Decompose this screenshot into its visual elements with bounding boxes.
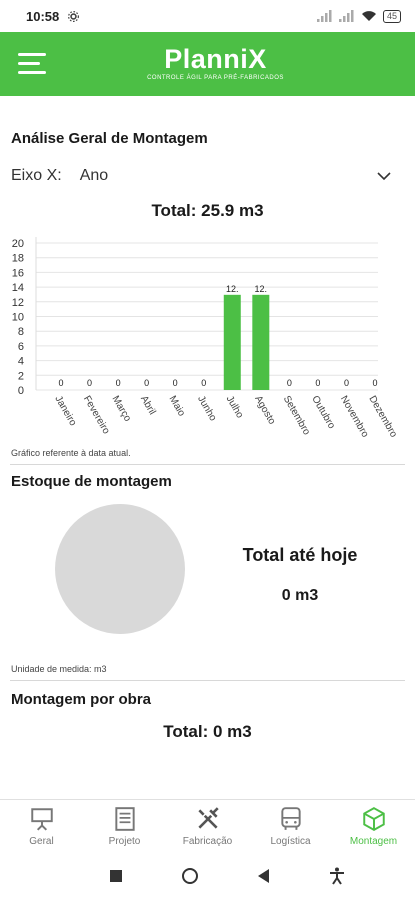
brand-tagline: CONTROLE ÁGIL PARA PRÉ-FABRICADOS <box>147 74 284 81</box>
tools-icon <box>197 807 219 829</box>
stock-pie-area: Total até hoje 0 m3 <box>0 490 415 660</box>
x-tick-label: Novembro <box>338 394 371 440</box>
y-tick-label: 10 <box>12 312 24 324</box>
per-work-total: Total: 0 m3 <box>163 722 252 741</box>
brand-logo: PlanniX <box>164 43 267 74</box>
x-tick-label: Abril <box>138 394 158 417</box>
data-label: 12. <box>226 284 239 294</box>
y-tick-label: 2 <box>18 370 24 382</box>
axis-selector[interactable]: Eixo X: Ano <box>0 161 415 191</box>
analysis-title: Análise Geral de Montagem <box>11 130 208 147</box>
data-label: 0 <box>144 378 149 388</box>
data-label: 12. <box>255 284 268 294</box>
nav-item-geral[interactable]: Geral <box>0 800 83 852</box>
y-tick-label: 18 <box>12 253 24 265</box>
y-tick-label: 14 <box>12 282 24 294</box>
y-tick-label: 16 <box>12 267 24 279</box>
stock-total-value: 0 m3 <box>281 587 319 604</box>
data-label: 0 <box>87 378 92 388</box>
nav-label: Geral <box>29 836 54 847</box>
data-label: 0 <box>201 378 206 388</box>
document-icon <box>114 807 135 831</box>
data-label: 0 <box>344 378 349 388</box>
status-bar: 10:58 45 <box>0 0 415 32</box>
brand: PlanniX CONTROLE ÁGIL PARA PRÉ-FABRICADO… <box>0 44 415 81</box>
cube-icon <box>362 807 385 831</box>
data-label: 0 <box>58 378 63 388</box>
bar-chart: 0 2 4 6 8 10 12 14 16 18 20 0 Janeiro 0 Fevereiro 0 Març… <box>12 237 399 440</box>
x-tick-label: Setembro <box>281 394 312 437</box>
analysis-total: Total: 25.9 m3 <box>151 201 264 220</box>
y-tick-label: 4 <box>18 356 24 368</box>
signal-icon-2 <box>338 10 354 22</box>
stock-caption: Unidade de medida: m3 <box>11 664 107 674</box>
x-tick-label: Janeiro <box>52 394 78 428</box>
y-tick-label: 12 <box>12 297 24 309</box>
x-tick-label: Junho <box>195 394 218 423</box>
back-button[interactable] <box>258 869 269 883</box>
data-label: 0 <box>116 378 121 388</box>
bar <box>252 294 270 390</box>
nav-item-logistica[interactable]: Logística <box>249 800 332 852</box>
bus-icon <box>280 807 301 830</box>
chevron-down-icon <box>377 172 391 181</box>
nav-label: Logística <box>270 836 311 847</box>
y-tick-label: 20 <box>12 238 24 250</box>
stock-total-label: Total até hoje <box>242 545 358 565</box>
pie-chart <box>55 504 185 634</box>
nav-label: Fabricação <box>182 836 233 847</box>
app-header: PlanniX CONTROLE ÁGIL PARA PRÉ-FABRICADO… <box>0 32 415 96</box>
signal-icon <box>316 10 332 22</box>
data-label: 0 <box>372 378 377 388</box>
x-tick-label: Outubro <box>309 394 337 431</box>
menu-icon <box>18 53 46 56</box>
y-tick-label: 8 <box>18 326 24 338</box>
menu-button[interactable] <box>18 53 48 75</box>
bar <box>223 294 241 390</box>
home-button[interactable] <box>182 868 198 884</box>
recent-apps-button[interactable] <box>110 870 122 882</box>
nav-item-projeto[interactable]: Projeto <box>83 800 166 852</box>
data-label: 0 <box>315 378 320 388</box>
nav-item-montagem[interactable]: Montagem <box>332 800 415 852</box>
x-tick-label: Fevereiro <box>81 394 112 436</box>
data-label: 0 <box>173 378 178 388</box>
x-tick-label: Março <box>109 394 133 424</box>
bottom-nav: Geral Projeto Fabricação Logística Monta… <box>0 799 415 852</box>
nav-item-fabricacao[interactable]: Fabricação <box>166 800 249 852</box>
presentation-board-icon <box>30 808 53 831</box>
x-tick-label: Dezembro <box>366 394 399 440</box>
nav-label: Projeto <box>108 836 141 847</box>
x-tick-label: Agosto <box>252 394 277 427</box>
system-nav-bar <box>0 852 415 900</box>
battery-indicator: 45 <box>382 9 401 23</box>
x-tick-label: Maio <box>167 394 188 419</box>
x-tick-label: Julho <box>224 394 246 421</box>
wifi-icon <box>361 11 376 21</box>
status-time: 10:58 <box>26 8 60 24</box>
data-label: 0 <box>287 378 292 388</box>
accessibility-icon[interactable] <box>329 867 345 885</box>
stock-title: Estoque de montagem <box>11 473 172 490</box>
y-tick-label: 0 <box>18 385 24 397</box>
axis-label: Eixo X: <box>11 167 62 184</box>
settings-icon <box>68 10 80 22</box>
nav-label: Montagem <box>349 836 398 847</box>
per-work-title: Montagem por obra <box>11 691 152 708</box>
chart-caption: Gráfico referente à data atual. <box>11 448 131 458</box>
axis-value: Ano <box>79 167 109 184</box>
y-tick-label: 6 <box>18 341 24 353</box>
